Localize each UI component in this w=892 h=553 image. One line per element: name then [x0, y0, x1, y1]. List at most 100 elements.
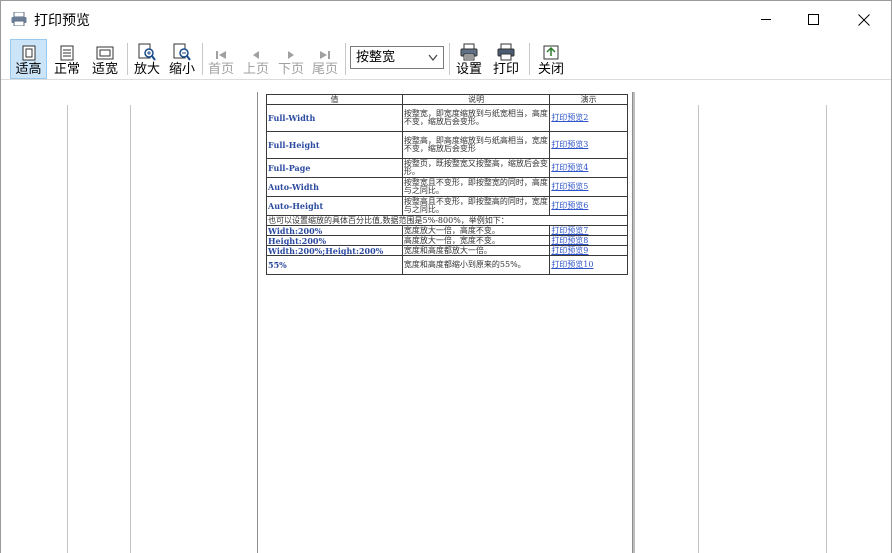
- row-desc: 按整页，既按整宽又按整高，缩放后会变形。: [401, 158, 551, 178]
- zoom-mode-select[interactable]: 按整宽: [350, 46, 444, 69]
- zoom-out-label: 缩小: [168, 62, 195, 77]
- header-demo: 演示: [549, 94, 628, 105]
- normal-view-label: 正常: [53, 62, 80, 77]
- row-desc: 按整高且不变形，即按整高的同时，宽度与之同比。: [401, 196, 551, 216]
- prev-page-icon: [253, 51, 259, 59]
- toolbar-separator: [127, 43, 128, 75]
- normal-view-button[interactable]: 正常: [50, 39, 84, 79]
- printer-app-icon: [11, 12, 27, 26]
- print-label: 打印: [492, 62, 519, 77]
- toolbar-separator: [529, 43, 530, 75]
- row-desc: 宽度放大一倍，高度不变。: [401, 225, 551, 236]
- table-row: Width:200%;Height:200% 宽度和高度都放大一倍。 打印预览9: [266, 245, 628, 256]
- fit-width-icon: [96, 46, 114, 60]
- print-button[interactable]: 打印: [490, 39, 522, 79]
- table-row: Auto-Height 按整高且不变形，即按整高的同时，宽度与之同比。 打印预览…: [266, 196, 628, 216]
- last-page-label: 尾页: [311, 62, 338, 77]
- table-row: Width:200% 宽度放大一倍，高度不变。 打印预览7: [266, 225, 628, 236]
- fit-width-label: 适宽: [91, 62, 118, 77]
- toolbar-separator: [202, 43, 203, 75]
- zoom-in-icon: [138, 43, 156, 61]
- zoom-out-button[interactable]: 缩小: [166, 39, 198, 79]
- next-page-label: 下页: [277, 62, 304, 77]
- title-bar[interactable]: 打印预览: [1, 1, 891, 38]
- preview-area[interactable]: 值 说明 演示 Full-Width 按整宽，即宽度缩放到与纸宽相当，高度不变，…: [1, 81, 891, 553]
- page-divider: [826, 105, 827, 553]
- row-link[interactable]: 打印预览4: [549, 158, 628, 178]
- row-link[interactable]: 打印预览2: [549, 104, 628, 132]
- row-link[interactable]: 打印预览6: [549, 196, 628, 216]
- row-link[interactable]: 打印预览10: [549, 255, 628, 275]
- printer-icon: [497, 43, 515, 61]
- page-divider: [698, 105, 699, 553]
- toolbar-separator: [345, 43, 346, 75]
- row-value: Auto-Height: [266, 196, 403, 216]
- header-desc: 说明: [401, 94, 551, 105]
- table-note-row: 也可以设置缩放的具体百分比值,数据范围是5%-800%，举例如下：: [266, 215, 628, 226]
- next-page-button[interactable]: 下页: [275, 39, 307, 79]
- table-row: Full-Page 按整页，既按整宽又按整高，缩放后会变形。 打印预览4: [266, 158, 628, 178]
- fit-height-label: 适高: [15, 62, 42, 77]
- row-desc: 宽度和高度都放大一倍。: [401, 245, 551, 256]
- preview-table: 值 说明 演示 Full-Width 按整宽，即宽度缩放到与纸宽相当，高度不变，…: [266, 94, 628, 275]
- print-settings-button[interactable]: 设置: [453, 39, 485, 79]
- row-value: Full-Width: [266, 104, 403, 132]
- preview-page: 值 说明 演示 Full-Width 按整宽，即宽度缩放到与纸宽相当，高度不变，…: [257, 92, 633, 553]
- maximize-button[interactable]: [790, 1, 836, 38]
- print-settings-label: 设置: [455, 62, 482, 77]
- row-value: Height:200%: [266, 235, 403, 246]
- first-page-icon: [216, 51, 226, 59]
- close-preview-label: 关闭: [537, 62, 564, 77]
- minimize-button[interactable]: [743, 1, 789, 38]
- row-link[interactable]: 打印预览8: [549, 235, 628, 246]
- row-desc: 宽度和高度都缩小到原来的55%。: [401, 255, 551, 275]
- toolbar-separator: [449, 43, 450, 75]
- row-value: 55%: [266, 255, 403, 275]
- row-value: Full-Page: [266, 158, 403, 178]
- zoom-mode-value: 按整宽: [356, 50, 396, 65]
- last-page-icon: [320, 51, 330, 59]
- table-row: Auto-Width 按整宽且不变形，即按整宽的同时，高度与之同比。 打印预览5: [266, 177, 628, 197]
- table-row: Full-Height 按整高，即高度缩放到与纸高相当，宽度不变，缩放后会变形 …: [266, 131, 628, 159]
- window-title: 打印预览: [34, 13, 90, 29]
- row-desc: 按整宽，即宽度缩放到与纸宽相当，高度不变，缩放后会变形。: [401, 104, 551, 132]
- header-value: 值: [266, 94, 403, 105]
- print-preview-window: 打印预览 适高 正常 适宽 放大 缩小 首页 上页 下页 尾页 设置 打印 关闭…: [0, 0, 892, 553]
- row-link[interactable]: 打印预览3: [549, 131, 628, 159]
- zoom-range-note: 也可以设置缩放的具体百分比值,数据范围是5%-800%，举例如下：: [266, 215, 628, 226]
- row-desc: 高度放大一倍，宽度不变。: [401, 235, 551, 246]
- row-value: Width:200%: [266, 225, 403, 236]
- table-row: Full-Width 按整宽，即宽度缩放到与纸宽相当，高度不变，缩放后会变形。 …: [266, 104, 628, 132]
- row-link[interactable]: 打印预览5: [549, 177, 628, 197]
- page-divider: [130, 105, 131, 553]
- chevron-down-icon: [428, 54, 438, 61]
- fit-height-icon: [22, 45, 35, 61]
- fit-height-button[interactable]: 适高: [10, 39, 47, 79]
- prev-page-label: 上页: [242, 62, 269, 77]
- close-folder-icon: [543, 45, 559, 60]
- toolbar: 适高 正常 适宽 放大 缩小 首页 上页 下页 尾页 设置 打印 关闭: [1, 38, 891, 80]
- zoom-in-button[interactable]: 放大: [131, 39, 163, 79]
- fit-width-button[interactable]: 适宽: [88, 39, 122, 79]
- row-link[interactable]: 打印预览7: [549, 225, 628, 236]
- prev-page-button[interactable]: 上页: [240, 39, 272, 79]
- first-page-button[interactable]: 首页: [205, 39, 237, 79]
- close-preview-button[interactable]: 关闭: [534, 39, 568, 79]
- first-page-label: 首页: [207, 62, 234, 77]
- row-value: Width:200%;Height:200%: [266, 245, 403, 256]
- zoom-out-icon: [173, 43, 191, 61]
- table-header-row: 值 说明 演示: [266, 94, 628, 105]
- next-page-icon: [288, 51, 294, 59]
- maximize-icon: [807, 14, 819, 25]
- normal-view-icon: [60, 45, 74, 61]
- row-desc: 按整宽且不变形，即按整宽的同时，高度与之同比。: [401, 177, 551, 197]
- last-page-button[interactable]: 尾页: [309, 39, 341, 79]
- row-value: Full-Height: [266, 131, 403, 159]
- close-window-button[interactable]: [841, 1, 887, 38]
- row-desc: 按整高，即高度缩放到与纸高相当，宽度不变，缩放后会变形: [401, 131, 551, 159]
- close-icon: [858, 13, 870, 26]
- zoom-in-label: 放大: [133, 62, 160, 77]
- printer-settings-icon: [460, 43, 478, 61]
- page-divider: [67, 105, 68, 553]
- row-link[interactable]: 打印预览9: [549, 245, 628, 256]
